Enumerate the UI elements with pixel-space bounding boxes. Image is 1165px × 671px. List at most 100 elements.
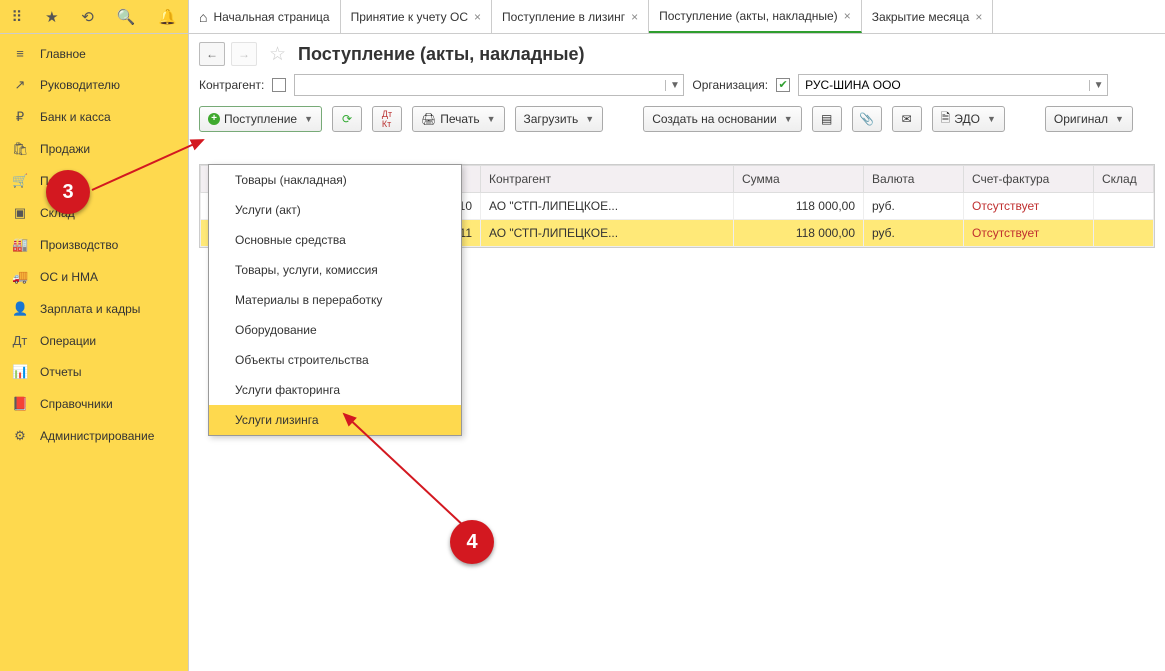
receipt-button[interactable]: + Поступление ▼ [199, 106, 322, 132]
org-check[interactable] [776, 78, 790, 92]
nav-row: ← → ☆ Поступление (акты, накладные) [199, 42, 1155, 66]
close-icon[interactable]: × [975, 10, 982, 24]
list-icon: ▤ [821, 112, 832, 126]
topbar-icons: ⠿ ★ ⟲ 🔍 🔔 [0, 0, 189, 33]
filter-row: Контрагент: ▼ Организация: РУС-ШИНА ООО▼ [199, 74, 1155, 96]
counterparty-select[interactable]: ▼ [294, 74, 684, 96]
sidebar-item-operations[interactable]: ДтОперации [0, 325, 188, 356]
tab-month-close[interactable]: Закрытие месяца× [862, 0, 994, 33]
dtkt-icon: ДтКт [382, 109, 392, 129]
close-icon[interactable]: × [844, 9, 851, 23]
menu-icon: ≡ [12, 46, 28, 61]
topbar: ⠿ ★ ⟲ 🔍 🔔 Начальная страница Принятие к … [0, 0, 1165, 34]
sidebar-item-assets[interactable]: 🚚ОС и НМА [0, 261, 188, 293]
th-warehouse[interactable]: Склад [1094, 166, 1154, 193]
tabs: Начальная страница Принятие к учету ОС× … [189, 0, 993, 33]
tab-leasing[interactable]: Поступление в лизинг× [492, 0, 649, 33]
sidebar-item-hr[interactable]: 👤Зарплата и кадры [0, 293, 188, 325]
sync-icon[interactable]: ⟲ [81, 8, 94, 26]
sidebar: ≡Главное ↗Руководителю ₽Банк и касса 🛍Пр… [0, 34, 189, 671]
chevron-down-icon: ▼ [585, 114, 594, 124]
sidebar-item-admin[interactable]: ⚙Администрирование [0, 420, 188, 452]
close-icon[interactable]: × [474, 10, 481, 24]
counterparty-check[interactable] [272, 78, 286, 92]
org-label: Организация: [692, 78, 768, 92]
callout-3: 3 [46, 170, 90, 214]
edo-button[interactable]: 🗎ЭДО▼ [932, 106, 1005, 132]
close-icon[interactable]: × [631, 10, 638, 24]
sidebar-item-warehouse[interactable]: ▣Склад [0, 197, 188, 229]
sidebar-item-sales[interactable]: 🛍Продажи [0, 133, 188, 165]
th-invoice[interactable]: Счет-фактура [964, 166, 1094, 193]
counterparty-label: Контрагент: [199, 78, 264, 92]
chevron-down-icon: ▼ [987, 114, 996, 124]
dd-services[interactable]: Услуги (акт) [209, 195, 461, 225]
chevron-down-icon: ▼ [1115, 114, 1124, 124]
dd-goods-services[interactable]: Товары, услуги, комиссия [209, 255, 461, 285]
dd-leasing[interactable]: Услуги лизинга [209, 405, 461, 435]
org-select[interactable]: РУС-ШИНА ООО▼ [798, 74, 1108, 96]
refresh-icon: ⟳ [342, 112, 352, 126]
favorite-icon[interactable]: ☆ [269, 43, 286, 66]
refresh-button[interactable]: ⟳ [332, 106, 362, 132]
print-button[interactable]: 🖨Печать▼ [412, 106, 504, 132]
receipt-dropdown: Товары (накладная) Услуги (акт) Основные… [208, 164, 462, 436]
th-currency[interactable]: Валюта [864, 166, 964, 193]
th-sum[interactable]: Сумма [734, 166, 864, 193]
chevron-down-icon: ▼ [784, 114, 793, 124]
bag-icon: 🛍 [12, 141, 28, 157]
dd-factoring[interactable]: Услуги факторинга [209, 375, 461, 405]
edo-icon: 🗎 [941, 109, 951, 130]
page-title: Поступление (акты, накладные) [298, 44, 584, 65]
chart-icon: ↗ [12, 77, 28, 93]
callout-4: 4 [450, 520, 494, 564]
toolbar: + Поступление ▼ ⟳ ДтКт 🖨Печать▼ Загрузит… [199, 106, 1155, 132]
apps-icon[interactable]: ⠿ [11, 8, 22, 26]
star-icon[interactable]: ★ [45, 8, 58, 26]
factory-icon: 🏭 [12, 237, 28, 253]
forward-button[interactable]: → [231, 42, 257, 66]
clip-icon: 📎 [859, 112, 874, 126]
original-button[interactable]: Оригинал▼ [1045, 106, 1133, 132]
sidebar-item-refs[interactable]: 📕Справочники [0, 388, 188, 420]
chevron-down-icon[interactable]: ▼ [1089, 80, 1107, 91]
dd-construction[interactable]: Объекты строительства [209, 345, 461, 375]
dd-fixed-assets[interactable]: Основные средства [209, 225, 461, 255]
tab-os[interactable]: Принятие к учету ОС× [341, 0, 492, 33]
bell-icon[interactable]: 🔔 [158, 8, 177, 26]
sidebar-item-bank[interactable]: ₽Банк и касса [0, 101, 188, 133]
cart-icon: 🛒 [12, 173, 28, 189]
th-counterparty[interactable]: Контрагент [481, 166, 734, 193]
sidebar-item-reports[interactable]: 📊Отчеты [0, 356, 188, 388]
chevron-down-icon[interactable]: ▼ [665, 80, 683, 91]
gear-icon: ⚙ [12, 428, 28, 444]
truck-icon: 🚚 [12, 269, 28, 285]
chevron-down-icon: ▼ [304, 114, 313, 124]
chevron-down-icon: ▼ [487, 114, 496, 124]
plus-icon: + [208, 113, 220, 125]
bars-icon: 📊 [12, 364, 28, 380]
book-icon: 📕 [12, 396, 28, 412]
dd-materials[interactable]: Материалы в переработку [209, 285, 461, 315]
dtkt-icon: Дт [12, 333, 28, 348]
tab-home[interactable]: Начальная страница [189, 0, 341, 33]
sidebar-item-purchases[interactable]: 🛒Покупки [0, 165, 188, 197]
tab-receipts[interactable]: Поступление (акты, накладные)× [649, 0, 862, 33]
create-based-button[interactable]: Создать на основании▼ [643, 106, 801, 132]
user-icon: 👤 [12, 301, 28, 317]
sidebar-item-main[interactable]: ≡Главное [0, 38, 188, 69]
mail-button[interactable]: ✉ [892, 106, 922, 132]
list-button[interactable]: ▤ [812, 106, 842, 132]
sidebar-item-manager[interactable]: ↗Руководителю [0, 69, 188, 101]
ruble-icon: ₽ [12, 109, 28, 125]
dtkt-button[interactable]: ДтКт [372, 106, 402, 132]
sidebar-item-production[interactable]: 🏭Производство [0, 229, 188, 261]
search-icon[interactable]: 🔍 [117, 8, 136, 26]
dd-equipment[interactable]: Оборудование [209, 315, 461, 345]
load-button[interactable]: Загрузить▼ [515, 106, 604, 132]
dd-goods[interactable]: Товары (накладная) [209, 165, 461, 195]
printer-icon: 🖨 [421, 112, 436, 126]
back-button[interactable]: ← [199, 42, 225, 66]
attach-button[interactable]: 📎 [852, 106, 882, 132]
mail-icon: ✉ [902, 112, 912, 126]
